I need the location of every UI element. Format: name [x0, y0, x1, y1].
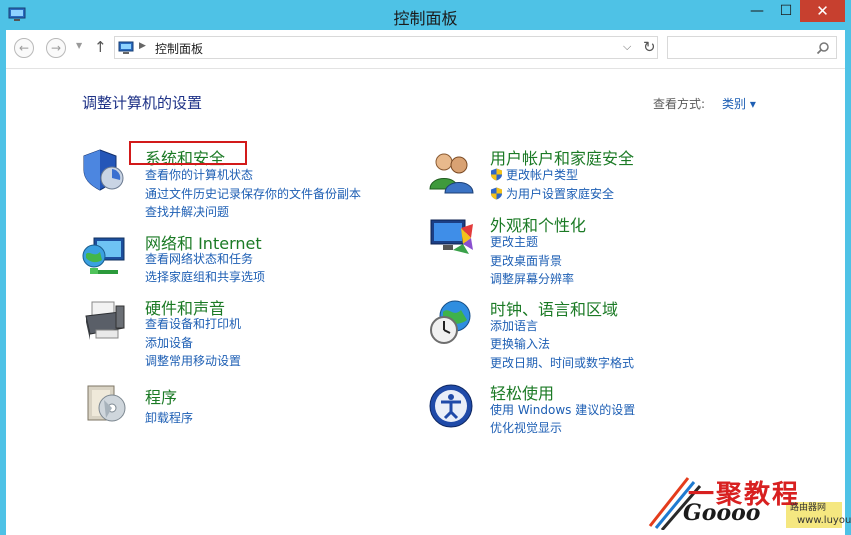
watermark-domain: www.luyouqi.com: [797, 515, 851, 526]
link-add-language[interactable]: 添加语言: [490, 317, 538, 334]
link-uninstall-program[interactable]: 卸载程序: [145, 409, 193, 426]
minimize-button[interactable]: —: [742, 0, 772, 22]
close-button[interactable]: ✕: [800, 0, 845, 22]
control-panel-icon: [118, 41, 134, 54]
refresh-button[interactable]: ↻: [643, 38, 656, 56]
link-change-theme[interactable]: 更改主题: [490, 233, 538, 250]
maximize-button[interactable]: ☐: [772, 0, 800, 22]
link-troubleshoot[interactable]: 查找并解决问题: [145, 203, 229, 220]
view-by-label: 查看方式:: [653, 97, 706, 111]
shield-icon[interactable]: [80, 146, 128, 194]
ease-of-access-icon[interactable]: [427, 382, 475, 430]
link-network-status[interactable]: 查看网络状态和任务: [145, 250, 253, 267]
uac-shield-icon: [491, 187, 502, 200]
programs-icon[interactable]: [82, 380, 130, 428]
link-screen-resolution[interactable]: 调整屏幕分辨率: [490, 270, 574, 287]
link-family-safety[interactable]: 为用户设置家庭安全: [490, 185, 614, 202]
breadcrumb-control-panel[interactable]: 控制面板: [155, 40, 203, 57]
address-bar[interactable]: ▶ 控制面板 ⌵ ↻: [114, 36, 658, 59]
watermark-gooo: Goooo: [683, 500, 761, 526]
link-change-input-method[interactable]: 更换输入法: [490, 335, 550, 352]
link-desktop-background[interactable]: 更改桌面背景: [490, 252, 562, 269]
search-icon[interactable]: [816, 41, 830, 55]
link-label[interactable]: 更改帐户类型: [506, 166, 578, 183]
address-dropdown-button[interactable]: ⌵: [623, 40, 631, 54]
category-programs[interactable]: 程序: [145, 384, 177, 408]
network-globe-icon[interactable]: [80, 232, 128, 280]
clock-globe-icon[interactable]: [427, 298, 475, 346]
link-optimize-visual[interactable]: 优化视觉显示: [490, 419, 562, 436]
view-by-dropdown[interactable]: 类别 ▾: [722, 95, 756, 112]
back-button[interactable]: ←: [14, 38, 34, 58]
highlight-box: [129, 141, 247, 165]
appearance-icon[interactable]: [427, 214, 475, 262]
link-mobility-settings[interactable]: 调整常用移动设置: [145, 352, 241, 369]
forward-button[interactable]: →: [46, 38, 66, 58]
link-file-history-backup[interactable]: 通过文件历史记录保存你的文件备份副本: [145, 185, 361, 202]
recent-locations-dropdown[interactable]: ▼: [76, 41, 82, 50]
printer-icon[interactable]: [80, 298, 128, 346]
link-add-device[interactable]: 添加设备: [145, 334, 193, 351]
link-date-time-format[interactable]: 更改日期、时间或数字格式: [490, 354, 634, 371]
breadcrumb-separator-icon[interactable]: ▶: [139, 41, 146, 51]
users-icon[interactable]: [427, 147, 475, 195]
window-frame-right: [845, 30, 851, 535]
link-change-account-type[interactable]: 更改帐户类型: [490, 166, 578, 183]
watermark-site-name: 路由器网: [790, 503, 827, 513]
link-label[interactable]: 为用户设置家庭安全: [506, 185, 614, 202]
uac-shield-icon: [491, 168, 502, 181]
link-view-computer-status[interactable]: 查看你的计算机状态: [145, 166, 253, 183]
search-input[interactable]: [667, 36, 837, 59]
window-title: 控制面板: [393, 9, 458, 28]
link-devices-printers[interactable]: 查看设备和打印机: [145, 315, 241, 332]
link-homegroup-sharing[interactable]: 选择家庭组和共享选项: [145, 268, 265, 285]
page-title: 调整计算机的设置: [82, 94, 203, 112]
up-button[interactable]: ↑: [94, 38, 107, 56]
navigation-bar: ← → ▼ ↑ ▶ 控制面板 ⌵ ↻: [6, 30, 845, 69]
link-windows-recommended[interactable]: 使用 Windows 建议的设置: [490, 401, 635, 418]
window-frame-left: [0, 30, 6, 535]
